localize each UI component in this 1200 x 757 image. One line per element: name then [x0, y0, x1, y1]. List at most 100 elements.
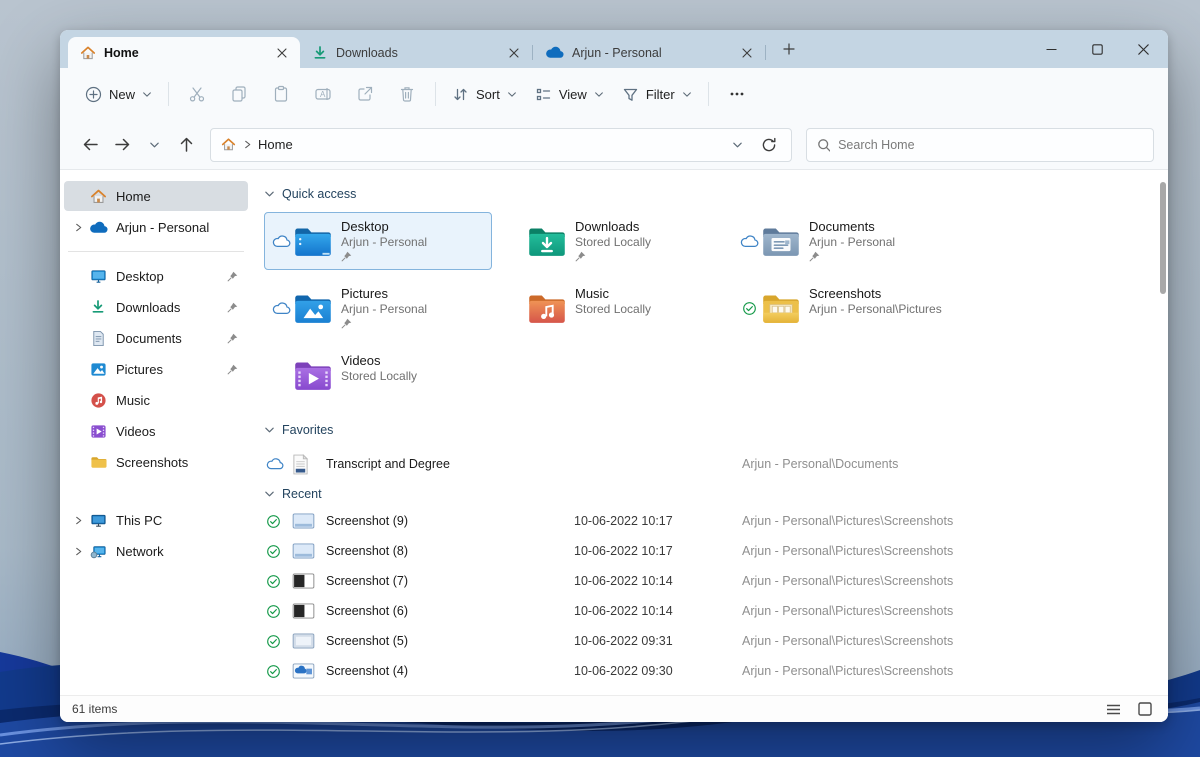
- quick-access-grid: Desktop Arjun - Personal Downloads Store…: [264, 212, 1158, 404]
- videos-folder-icon: [293, 359, 333, 391]
- filter-button[interactable]: Filter: [613, 77, 701, 111]
- recent-item-row[interactable]: Screenshot (8) 10-06-2022 10:17 Arjun - …: [264, 536, 1158, 566]
- more-options-button[interactable]: [716, 77, 758, 111]
- sidebar-item-videos[interactable]: Videos: [64, 416, 248, 446]
- sidebar-item-desktop[interactable]: Desktop: [64, 261, 248, 291]
- tile-desktop[interactable]: Desktop Arjun - Personal: [264, 212, 492, 270]
- sidebar-item-pictures[interactable]: Pictures: [64, 354, 248, 384]
- expand-chevron-icon[interactable]: [68, 546, 88, 557]
- sidebar-item-music[interactable]: Music: [64, 385, 248, 415]
- this-pc-icon: [88, 512, 108, 529]
- refresh-button[interactable]: [753, 129, 785, 161]
- download-icon: [312, 45, 328, 61]
- section-recent-header[interactable]: Recent: [264, 484, 1158, 504]
- pin-icon: [341, 318, 427, 330]
- view-label: View: [559, 87, 587, 102]
- tile-downloads[interactable]: Downloads Stored Locally: [498, 212, 726, 270]
- search-input[interactable]: [838, 138, 1143, 152]
- details-view-button[interactable]: [1102, 699, 1124, 719]
- favorite-item-row[interactable]: Transcript and Degree Arjun - Personal\D…: [264, 448, 1158, 480]
- home-icon: [88, 188, 108, 205]
- sidebar-item-home[interactable]: Home: [64, 181, 248, 211]
- pin-icon: [341, 251, 427, 263]
- large-icons-view-icon: [1138, 702, 1152, 716]
- close-tab-icon[interactable]: [502, 41, 526, 65]
- up-button[interactable]: [170, 129, 202, 161]
- paste-button[interactable]: [260, 77, 302, 111]
- sort-button[interactable]: Sort: [443, 77, 526, 111]
- toolbar-divider: [435, 82, 436, 106]
- close-tab-icon[interactable]: [270, 41, 294, 65]
- screenshot-thumbnail-icon: [290, 573, 326, 589]
- navigation-pane: Home Arjun - Personal Desktop Downloads: [60, 170, 252, 695]
- pin-icon: [227, 333, 238, 344]
- recent-item-row[interactable]: Screenshot (5) 10-06-2022 09:31 Arjun - …: [264, 626, 1158, 656]
- file-explorer-window: Home Downloads Arjun - Personal New: [60, 30, 1168, 722]
- close-window-button[interactable]: [1120, 30, 1166, 68]
- cut-icon: [188, 85, 206, 103]
- view-button[interactable]: View: [526, 77, 613, 111]
- recent-item-row[interactable]: Screenshot (9) 10-06-2022 10:17 Arjun - …: [264, 506, 1158, 536]
- synced-status-icon: [264, 604, 290, 619]
- sort-label: Sort: [476, 87, 500, 102]
- synced-status-icon: [264, 544, 290, 559]
- tile-pictures[interactable]: Pictures Arjun - Personal: [264, 279, 492, 337]
- cloud-status-icon: [737, 235, 761, 248]
- tab-downloads[interactable]: Downloads: [300, 37, 532, 68]
- vertical-scrollbar[interactable]: [1160, 182, 1166, 294]
- close-tab-icon[interactable]: [735, 41, 759, 65]
- rename-button[interactable]: A: [302, 77, 344, 111]
- new-label: New: [109, 87, 135, 102]
- minimize-button[interactable]: [1028, 30, 1074, 68]
- pin-icon: [227, 364, 238, 375]
- tile-documents[interactable]: Documents Arjun - Personal: [732, 212, 960, 270]
- explorer-body: Home Arjun - Personal Desktop Downloads: [60, 170, 1168, 695]
- expand-chevron-icon[interactable]: [68, 222, 88, 233]
- tab-arjun-personal[interactable]: Arjun - Personal: [533, 37, 765, 68]
- sidebar-item-screenshots[interactable]: Screenshots: [64, 447, 248, 477]
- copy-button[interactable]: [218, 77, 260, 111]
- sidebar-item-documents[interactable]: Documents: [64, 323, 248, 353]
- items-count: 61 items: [72, 702, 117, 716]
- breadcrumb-bar[interactable]: Home: [210, 128, 792, 162]
- expand-chevron-icon[interactable]: [68, 515, 88, 526]
- share-button[interactable]: [344, 77, 386, 111]
- sidebar-item-onedrive[interactable]: Arjun - Personal: [64, 212, 248, 242]
- home-icon: [80, 45, 96, 61]
- cut-button[interactable]: [176, 77, 218, 111]
- search-box[interactable]: [806, 128, 1154, 162]
- section-quick-access-header[interactable]: Quick access: [264, 184, 1158, 204]
- section-favorites-header[interactable]: Favorites: [264, 420, 1158, 440]
- maximize-button[interactable]: [1074, 30, 1120, 68]
- forward-button[interactable]: [106, 129, 138, 161]
- documents-icon: [88, 330, 108, 347]
- recent-item-row[interactable]: Screenshot (6) 10-06-2022 10:14 Arjun - …: [264, 596, 1158, 626]
- large-icons-view-button[interactable]: [1134, 699, 1156, 719]
- tile-music[interactable]: Music Stored Locally: [498, 279, 726, 337]
- svg-text:A: A: [320, 90, 326, 99]
- screenshot-thumbnail-icon: [290, 513, 326, 529]
- tile-videos[interactable]: Videos Stored Locally: [264, 346, 492, 404]
- delete-button[interactable]: [386, 77, 428, 111]
- sidebar-item-downloads[interactable]: Downloads: [64, 292, 248, 322]
- items-view: Quick access Desktop Arjun - Personal: [252, 170, 1168, 695]
- recent-locations-button[interactable]: [138, 129, 170, 161]
- new-button[interactable]: New: [76, 77, 161, 111]
- recent-item-row[interactable]: Screenshot (7) 10-06-2022 10:14 Arjun - …: [264, 566, 1158, 596]
- tab-home[interactable]: Home: [68, 37, 300, 68]
- more-icon: [728, 85, 746, 103]
- address-dropdown-button[interactable]: [721, 129, 753, 161]
- breadcrumb-home[interactable]: Home: [254, 135, 297, 154]
- synced-status-icon: [264, 514, 290, 529]
- folder-icon: [88, 454, 108, 471]
- address-bar: Home: [60, 120, 1168, 170]
- home-icon: [221, 137, 236, 152]
- back-button[interactable]: [74, 129, 106, 161]
- tile-screenshots[interactable]: Screenshots Arjun - Personal\Pictures: [732, 279, 960, 337]
- screenshots-folder-icon: [761, 292, 801, 324]
- sidebar-item-this-pc[interactable]: This PC: [64, 505, 248, 535]
- documents-folder-icon: [761, 225, 801, 257]
- recent-item-row[interactable]: Screenshot (4) 10-06-2022 09:30 Arjun - …: [264, 656, 1158, 686]
- sidebar-item-network[interactable]: Network: [64, 536, 248, 566]
- new-tab-button[interactable]: [774, 36, 804, 62]
